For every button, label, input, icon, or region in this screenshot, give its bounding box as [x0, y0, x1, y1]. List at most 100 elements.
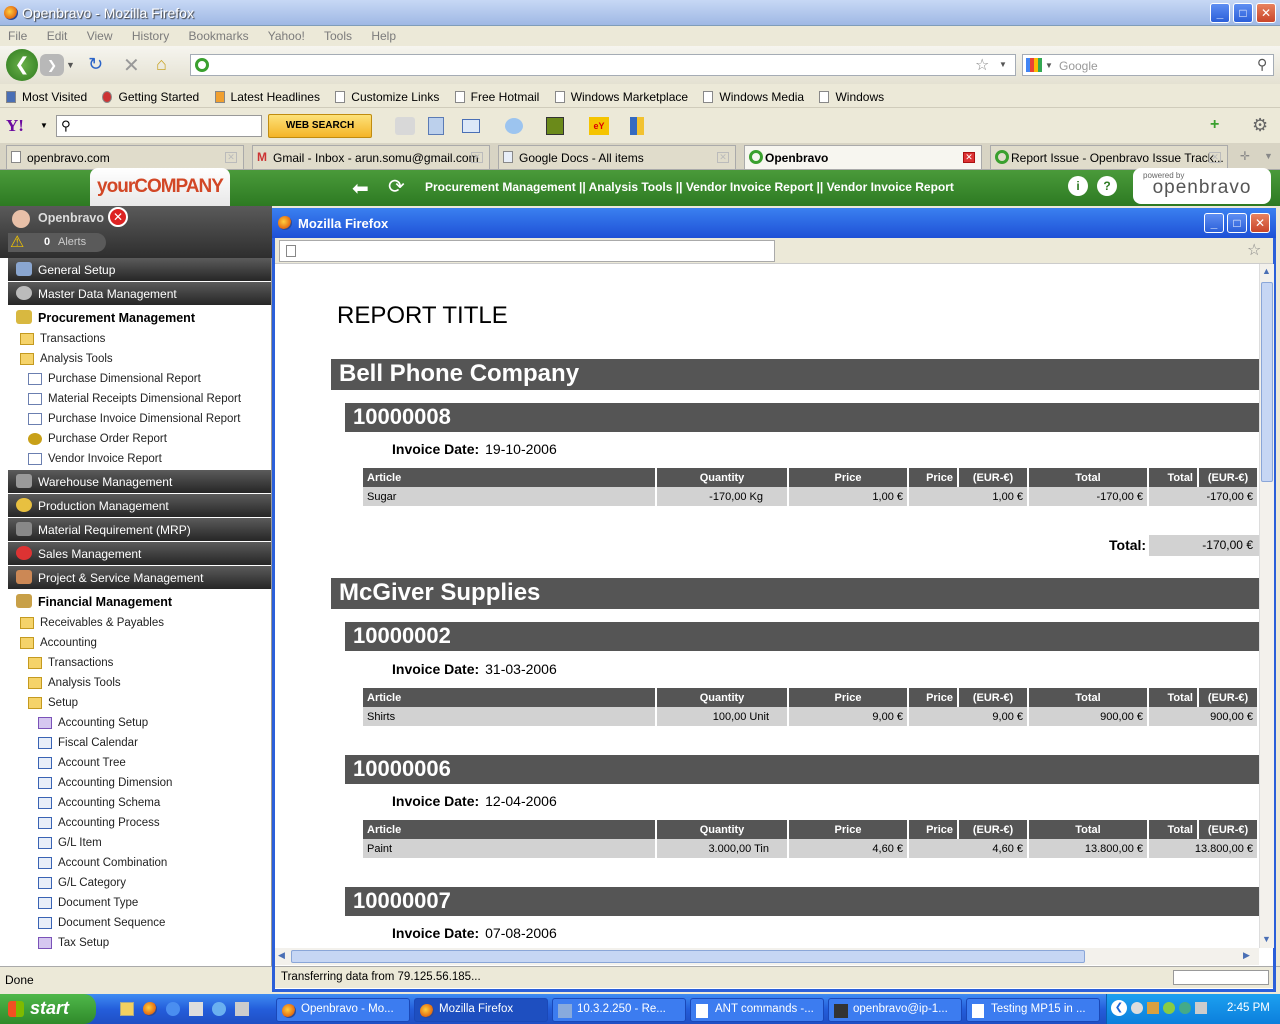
- bookmark-free-hotmail[interactable]: Free Hotmail: [454, 90, 539, 104]
- sidebar-item-document-sequence[interactable]: Document Sequence: [38, 917, 165, 929]
- bookmark-getting-started[interactable]: Getting Started: [102, 90, 199, 104]
- menu-view[interactable]: View: [87, 29, 113, 43]
- start-button[interactable]: start: [0, 994, 96, 1024]
- new-tab-icon[interactable]: ✛: [1240, 149, 1250, 163]
- mail-icon[interactable]: [462, 119, 480, 133]
- sidebar-item-setup[interactable]: Setup: [28, 697, 78, 709]
- bookmark-customize-links[interactable]: Customize Links: [335, 90, 439, 104]
- close-tab-icon[interactable]: ✕: [471, 152, 483, 163]
- sidebar-item-accounting-schema[interactable]: Accounting Schema: [38, 797, 160, 809]
- yahoo-logo-icon[interactable]: Y!: [6, 116, 24, 136]
- sidebar-item-gl-item[interactable]: G/L Item: [38, 837, 102, 849]
- popup-url-input[interactable]: [279, 240, 775, 262]
- sidebar-item-document-type[interactable]: Document Type: [38, 897, 138, 909]
- bookmark-windows[interactable]: Windows: [819, 90, 884, 104]
- popup-close-button[interactable]: ✕: [1250, 213, 1270, 233]
- back-arrow-icon[interactable]: ⬅: [352, 176, 369, 201]
- popup-maximize-button[interactable]: □: [1227, 213, 1247, 233]
- menu-tools[interactable]: Tools: [324, 29, 352, 43]
- menu-sales[interactable]: Sales Management: [8, 542, 271, 565]
- tab-google-docs[interactable]: Google Docs - All items ✕: [498, 145, 736, 169]
- sidebar-item-accounting-setup[interactable]: Accounting Setup: [38, 717, 148, 729]
- tray-icon[interactable]: [1147, 1002, 1159, 1014]
- tab-openbravo[interactable]: Openbravo ✕: [744, 145, 982, 169]
- home-icon[interactable]: ⌂: [156, 54, 167, 75]
- scroll-right-icon[interactable]: ▶: [1243, 950, 1250, 961]
- tray-icon[interactable]: [1163, 1002, 1175, 1014]
- url-dropdown-icon[interactable]: ▼: [999, 60, 1007, 69]
- menu-help[interactable]: Help: [371, 29, 396, 43]
- clock[interactable]: 2:45 PM: [1227, 1002, 1270, 1014]
- sidebar-item-purchase-dimensional[interactable]: Purchase Dimensional Report: [28, 373, 201, 385]
- popup-minimize-button[interactable]: _: [1204, 213, 1224, 233]
- menu-warehouse[interactable]: Warehouse Management: [8, 470, 271, 493]
- scroll-up-icon[interactable]: ▲: [1262, 266, 1271, 276]
- menu-yahoo[interactable]: Yahoo!: [268, 29, 305, 43]
- sidebar-item-gl-category[interactable]: G/L Category: [38, 877, 126, 889]
- tray-expand-icon[interactable]: ❮: [1111, 1000, 1127, 1016]
- back-button[interactable]: ❮: [6, 49, 38, 81]
- taskbar-mozilla-firefox[interactable]: Mozilla Firefox: [414, 998, 548, 1022]
- vertical-scrollbar[interactable]: ▲ ▼: [1259, 264, 1274, 948]
- sidebar-item-account-combination[interactable]: Account Combination: [38, 857, 167, 869]
- menu-file[interactable]: File: [8, 29, 27, 43]
- hscroll-thumb[interactable]: [291, 950, 1085, 963]
- tab-gmail[interactable]: M Gmail - Inbox - arun.somu@gmail.com ✕: [252, 145, 490, 169]
- bookmark-windows-media[interactable]: Windows Media: [703, 90, 804, 104]
- sidebar-item-vendor-invoice-report[interactable]: Vendor Invoice Report: [28, 453, 162, 465]
- sidebar-item-accounting-dimension[interactable]: Accounting Dimension: [38, 777, 172, 789]
- ebay-icon[interactable]: eY: [589, 117, 609, 135]
- network-icon[interactable]: [235, 1002, 249, 1016]
- taskbar-ant-commands[interactable]: ANT commands -...: [690, 998, 824, 1022]
- shield-icon[interactable]: [630, 117, 644, 135]
- scroll-down-icon[interactable]: ▼: [1262, 934, 1271, 944]
- yahoo-search-input[interactable]: ⚲: [56, 115, 262, 137]
- sidebar-item-accounting[interactable]: Accounting: [20, 637, 97, 649]
- sidebar-item-acct-transactions[interactable]: Transactions: [28, 657, 113, 669]
- recycle-icon[interactable]: [189, 1002, 203, 1016]
- search-icon[interactable]: ⚲: [1257, 56, 1267, 73]
- sidebar-item-purchase-invoice-dimensional[interactable]: Purchase Invoice Dimensional Report: [28, 413, 240, 425]
- bookmark-star-icon[interactable]: ☆: [975, 55, 989, 75]
- pages-icon[interactable]: [428, 117, 444, 135]
- sidebar-item-analysis-tools[interactable]: Analysis Tools: [20, 353, 113, 365]
- taskbar-openbravo[interactable]: Openbravo - Mo...: [276, 998, 410, 1022]
- firefox-icon[interactable]: [143, 1002, 157, 1016]
- bookmark-latest-headlines[interactable]: Latest Headlines: [214, 90, 320, 104]
- google-search-input[interactable]: ▼ Google ⚲: [1022, 54, 1274, 76]
- menu-general-setup[interactable]: General Setup: [8, 258, 271, 281]
- alerts-label[interactable]: Alerts: [58, 236, 86, 248]
- minimize-button[interactable]: _: [1210, 3, 1230, 23]
- sidebar-item-fiscal-calendar[interactable]: Fiscal Calendar: [38, 737, 138, 749]
- add-button-icon[interactable]: +: [1210, 116, 1219, 134]
- taskbar-ssh[interactable]: openbravo@ip-1...: [828, 998, 962, 1022]
- taskbar-remote-desktop[interactable]: 10.3.2.250 - Re...: [552, 998, 686, 1022]
- tab-report-issue[interactable]: Report Issue - Openbravo Issue Track... ✕: [990, 145, 1228, 169]
- menu-bookmarks[interactable]: Bookmarks: [189, 29, 249, 43]
- forward-button[interactable]: ❯: [40, 54, 64, 76]
- menu-edit[interactable]: Edit: [47, 29, 68, 43]
- menu-production[interactable]: Production Management: [8, 494, 271, 517]
- sidebar-item-material-receipts[interactable]: Material Receipts Dimensional Report: [28, 393, 241, 405]
- sidebar-item-transactions[interactable]: Transactions: [20, 333, 105, 345]
- bookmark-star-icon[interactable]: ☆: [1247, 240, 1261, 260]
- sidebar-item-accounting-process[interactable]: Accounting Process: [38, 817, 160, 829]
- menu-master-data[interactable]: Master Data Management: [8, 282, 271, 305]
- refresh-icon[interactable]: ⟳: [388, 174, 405, 199]
- ie-icon[interactable]: [166, 1002, 180, 1016]
- alerts-count[interactable]: 0: [44, 236, 50, 248]
- sidebar-item-acct-analysis-tools[interactable]: Analysis Tools: [28, 677, 121, 689]
- sidebar-item-tax-setup[interactable]: Tax Setup: [38, 937, 109, 949]
- ie-alt-icon[interactable]: [212, 1002, 226, 1016]
- close-tab-icon[interactable]: ✕: [1209, 152, 1221, 163]
- history-dropdown-icon[interactable]: ▼: [66, 60, 75, 70]
- stop-icon[interactable]: ✕: [123, 53, 140, 78]
- reload-icon[interactable]: ↻: [88, 54, 103, 75]
- scroll-left-icon[interactable]: ◀: [278, 950, 285, 961]
- close-tab-icon[interactable]: ✕: [963, 152, 975, 163]
- tab-list-icon[interactable]: ▼: [1264, 151, 1273, 161]
- yahoo-dropdown-icon[interactable]: ▼: [40, 121, 48, 130]
- bookmark-most-visited[interactable]: Most Visited: [6, 90, 87, 104]
- menu-mrp[interactable]: Material Requirement (MRP): [8, 518, 271, 541]
- web-search-button[interactable]: WEB SEARCH: [268, 114, 372, 138]
